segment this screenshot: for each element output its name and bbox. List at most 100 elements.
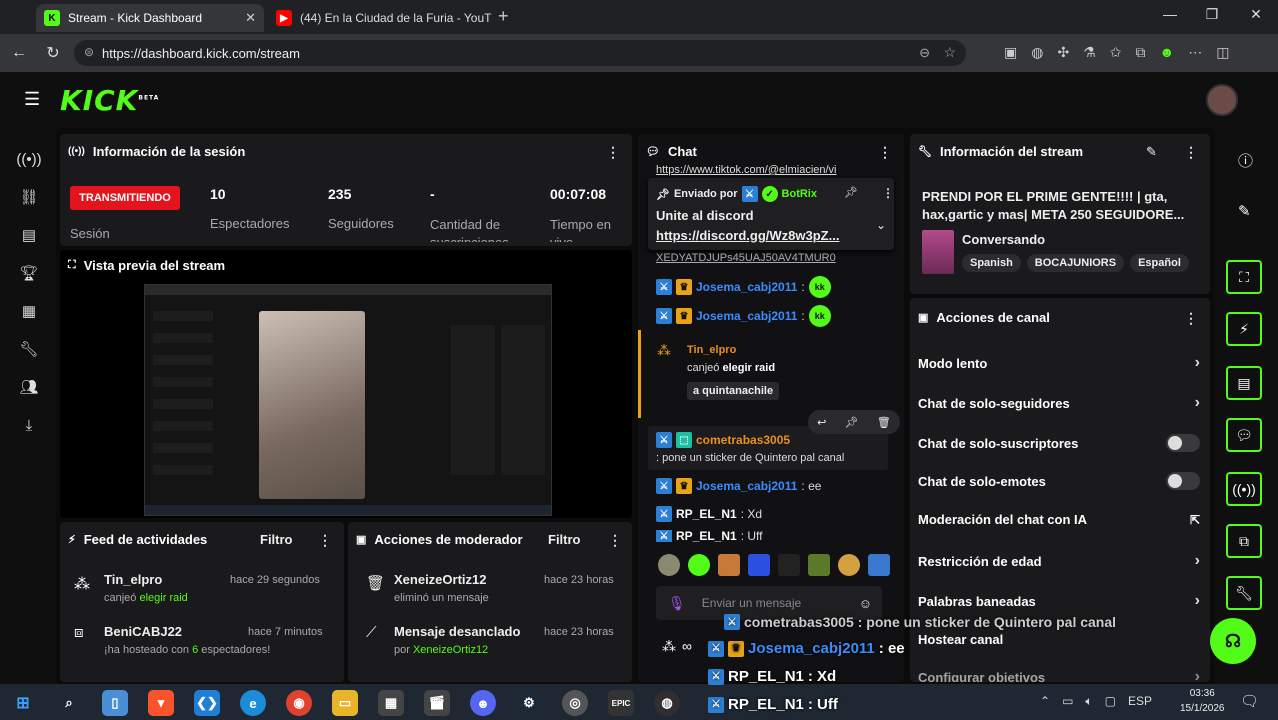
filter-button[interactable]: Filtro (548, 532, 581, 547)
emote-icon[interactable] (688, 554, 710, 576)
epic-games-icon[interactable]: EPIC (608, 690, 634, 716)
kebab-menu-icon[interactable]: ⋮ (882, 186, 894, 200)
chevron-down-icon[interactable]: ⌄ (876, 218, 886, 232)
stream-icon[interactable]: ((•)) (16, 148, 41, 170)
microphone-icon[interactable]: 🎙︎ (668, 595, 686, 612)
emote-icon[interactable] (658, 554, 680, 576)
video-icon[interactable]: ▦ (18, 300, 40, 322)
extension-icon[interactable]: ◍ (1031, 44, 1043, 61)
profile-icon[interactable]: ☻ (1159, 44, 1174, 61)
pinned-link[interactable]: https://discord.gg/Wz8w3pZ... (656, 228, 839, 243)
kebab-menu-icon[interactable]: ⋮ (318, 532, 332, 549)
category-thumbnail[interactable] (922, 230, 954, 274)
windows-start-icon[interactable]: ⊞ (10, 690, 36, 716)
reload-icon[interactable]: ↻ (42, 42, 64, 64)
extension-icon[interactable]: ⚗ (1083, 44, 1096, 61)
activity-user[interactable]: BeniCABJ22 (104, 624, 182, 639)
obs-icon[interactable]: ◍ (654, 690, 680, 716)
action-banned-words[interactable]: Palabras baneadas › (918, 592, 1200, 610)
kebab-menu-icon[interactable]: ⋮ (606, 144, 620, 161)
discord-icon[interactable]: ☻ (470, 690, 496, 716)
emote-icon[interactable] (838, 554, 860, 576)
site-info-icon[interactable]: ⊜ (84, 45, 94, 59)
tab-youtube[interactable]: ▶ (44) En la Ciudad de la Furia - YouT ✕ (268, 4, 494, 32)
analytics-icon[interactable]: ▤ (18, 224, 40, 246)
chat-username[interactable]: Josema_cabj2011 (696, 309, 797, 323)
chrome-icon[interactable]: ◉ (286, 690, 312, 716)
emotes-only-toggle[interactable] (1166, 472, 1200, 490)
app-icon[interactable]: ◎ (562, 690, 588, 716)
quick-action-notes-button[interactable]: ▤ (1226, 366, 1262, 400)
trash-icon[interactable]: 🗑︎ (877, 416, 891, 429)
tag[interactable]: Spanish (962, 254, 1021, 272)
favorites-icon[interactable]: ✩ (1110, 44, 1122, 61)
edge-icon[interactable]: e (240, 690, 266, 716)
puzzle-icon[interactable]: ✣ (1057, 44, 1069, 61)
emote-icon[interactable] (808, 554, 830, 576)
infinity-icon[interactable]: ∞ (682, 638, 692, 655)
hamburger-menu-icon[interactable]: ☰ (24, 90, 42, 108)
pinned-author[interactable]: BotRix (782, 188, 817, 200)
emote-icon[interactable] (868, 554, 890, 576)
emoji-icon[interactable]: ☺ (859, 596, 872, 611)
mod-action-user[interactable]: XeneizeOrtiz12 (394, 572, 487, 587)
users-icon[interactable]: 👥︎ (18, 376, 40, 398)
chat-username[interactable]: RP_EL_N1 (676, 530, 737, 542)
mod-action-user-link[interactable]: XeneizeOrtiz12 (413, 644, 488, 656)
collections-icon[interactable]: ⧉ (1135, 44, 1145, 61)
tag[interactable]: Español (1130, 254, 1189, 272)
subscribers-only-toggle[interactable] (1166, 434, 1200, 452)
action-followers-only[interactable]: Chat de solo-seguidores › (918, 394, 1200, 412)
unpin-icon[interactable]: 📌︎ (844, 186, 858, 199)
quick-action-raid-button[interactable]: ⚡︎ (1226, 312, 1262, 346)
tab-kick-dashboard[interactable]: K Stream - Kick Dashboard ✕ (36, 4, 264, 32)
minimize-icon[interactable]: — (1160, 6, 1180, 22)
quick-action-broadcast-button[interactable]: ((•)) (1226, 472, 1262, 506)
notifications-icon[interactable]: 🗨︎ (1240, 692, 1259, 710)
emote-icon[interactable] (718, 554, 740, 576)
more-icon[interactable]: ⋯ (1188, 44, 1202, 61)
action-slow-mode[interactable]: Modo lento › (918, 354, 1200, 372)
kick-logo[interactable]: KICKBETA (60, 84, 159, 117)
reader-icon[interactable]: ⊖ (919, 45, 930, 61)
quick-action-layout-button[interactable]: ⧉ (1226, 524, 1262, 558)
emote-icon[interactable] (748, 554, 770, 576)
steam-icon[interactable]: ⚙ (516, 690, 542, 716)
user-avatar[interactable] (1206, 84, 1238, 116)
download-icon[interactable]: ⤓ (18, 414, 40, 436)
edit-icon[interactable]: ✎ (1146, 144, 1157, 160)
trophy-icon[interactable]: 🏆︎ (18, 262, 40, 284)
stream-preview-video[interactable] (144, 284, 552, 516)
window-close-icon[interactable]: ✕ (1246, 6, 1266, 23)
back-icon[interactable]: ← (8, 42, 30, 64)
sidebar-toggle-icon[interactable]: ◫ (1216, 44, 1229, 61)
quick-action-settings-button[interactable]: 🔧︎ (1226, 576, 1262, 610)
files-icon[interactable]: ▯ (102, 690, 128, 716)
chat-message-hovered[interactable]: ⚔ ⬚ cometrabas3005 : pone un sticker de … (648, 410, 900, 470)
filter-button[interactable]: Filtro (260, 532, 293, 547)
redeem-user[interactable]: Tin_elpro (687, 344, 736, 356)
pin-icon[interactable]: 📌︎ (845, 416, 859, 429)
activity-user[interactable]: Tin_elpro (104, 572, 162, 587)
chat-username[interactable]: Josema_cabj2011 (696, 280, 797, 294)
favorite-star-icon[interactable]: ☆ (943, 44, 956, 61)
url-field[interactable]: ⊜ https://dashboard.kick.com/stream ⊖ ☆ (74, 40, 966, 66)
vscode-icon[interactable]: ❮❯ (194, 690, 220, 716)
brave-icon[interactable]: ▾ (148, 690, 174, 716)
quick-action-chat-button[interactable]: 💬︎ (1226, 418, 1262, 452)
clapper-icon[interactable]: 🎬︎ (424, 690, 450, 716)
new-tab-icon[interactable]: + (498, 6, 509, 27)
points-icon[interactable]: ⁂ (662, 638, 676, 655)
link-icon[interactable]: ⛓ (18, 186, 40, 208)
folder-icon[interactable]: ▭ (332, 690, 358, 716)
chat-username[interactable]: RP_EL_N1 (676, 507, 737, 521)
extension-icon[interactable]: ▣ (1004, 44, 1017, 61)
action-age-restriction[interactable]: Restricción de edad › (918, 552, 1200, 570)
chat-username[interactable]: cometrabas3005 (696, 433, 790, 447)
chat-username[interactable]: Josema_cabj2011 (696, 479, 797, 493)
edit-icon[interactable]: ✎ (1238, 202, 1251, 220)
emote-icon[interactable] (778, 554, 800, 576)
kebab-menu-icon[interactable]: ⋮ (1184, 310, 1198, 327)
kebab-menu-icon[interactable]: ⋮ (608, 532, 622, 549)
kebab-menu-icon[interactable]: ⋮ (878, 144, 892, 161)
